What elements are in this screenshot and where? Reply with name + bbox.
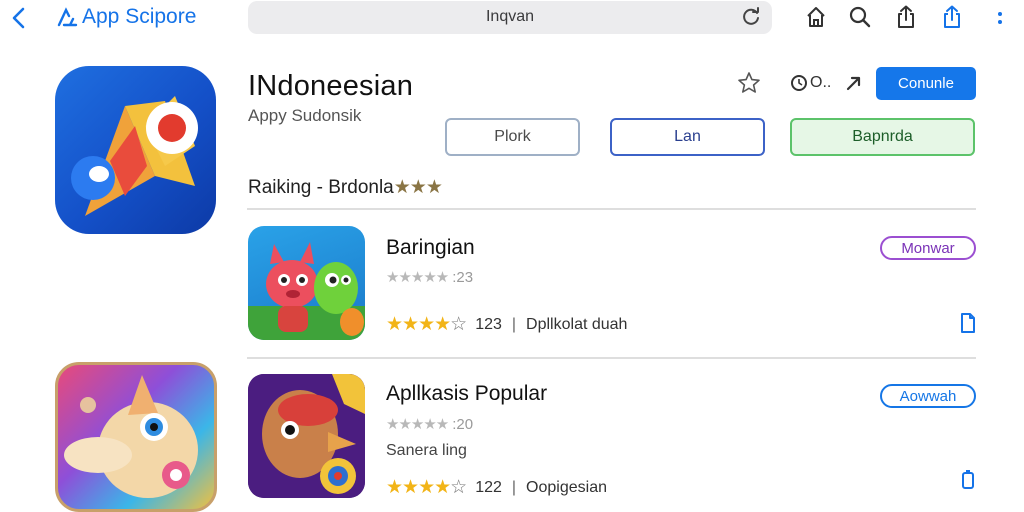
- app-thumbnail-creature[interactable]: [55, 362, 217, 512]
- get-button[interactable]: Aowwah: [880, 384, 976, 408]
- app-subtitle: Appy Sudonsik: [248, 106, 362, 125]
- rating-empty-star: ☆: [450, 477, 468, 498]
- list-divider: [247, 357, 976, 359]
- ranking-line: Raiking - Brdonla ★★★: [248, 176, 443, 199]
- cartoon-characters-icon: [248, 242, 365, 340]
- item-rating: ★★★★ ☆ 123 | Dpllkolat duah: [386, 313, 627, 336]
- control-label: O..: [810, 74, 832, 91]
- more-icon[interactable]: [994, 5, 1006, 29]
- forward-icon[interactable]: [845, 74, 863, 92]
- rating-stars: ★★★★: [386, 477, 451, 498]
- separator: |: [511, 315, 517, 333]
- brand-label: App Scipore: [82, 5, 197, 28]
- item-caption: Sanera ling: [386, 442, 467, 459]
- rating-count: 122: [475, 478, 502, 496]
- bird-character-icon: [248, 374, 365, 498]
- share-icon[interactable]: [894, 5, 918, 29]
- option-button-bapnrda[interactable]: Bapnrda: [790, 118, 975, 156]
- option-button-plork[interactable]: Plork: [445, 118, 580, 156]
- gray-count: :20: [452, 415, 474, 433]
- app-thumbnail-popular[interactable]: [248, 374, 365, 498]
- app-store-icon: [57, 7, 78, 27]
- item-rating-secondary: ★★★★★ :20: [386, 415, 474, 434]
- section-divider: [247, 208, 976, 210]
- item-title[interactable]: Baringian: [386, 236, 475, 260]
- map-pin-logo-icon: [71, 96, 198, 216]
- gray-count: :23: [452, 268, 474, 286]
- ranking-label: Raiking - Brdonla: [248, 176, 394, 198]
- ranking-stars: ★★★: [393, 177, 443, 198]
- app-icon-maps[interactable]: [55, 66, 216, 234]
- app-thumbnail-baringian[interactable]: [248, 226, 365, 340]
- document-icon[interactable]: [960, 313, 976, 333]
- address-bar[interactable]: Inqvan: [248, 1, 772, 34]
- upload-icon[interactable]: [940, 5, 964, 29]
- reload-icon[interactable]: [740, 6, 762, 28]
- gray-stars: ★★★★★: [386, 416, 449, 433]
- rating-count: 123: [475, 315, 502, 333]
- history-control[interactable]: O..: [790, 74, 831, 92]
- gray-stars: ★★★★★: [386, 269, 449, 286]
- get-button[interactable]: Monwar: [880, 236, 976, 260]
- url-text: Inqvan: [485, 8, 535, 25]
- search-icon[interactable]: [848, 5, 872, 29]
- creature-art-icon: [64, 375, 198, 498]
- item-rating-secondary: ★★★★★ :23: [386, 268, 474, 287]
- item-rating: ★★★★ ☆ 122 | Oopigesian: [386, 476, 607, 499]
- home-icon[interactable]: [804, 5, 828, 29]
- developer-name: Oopigesian: [526, 478, 607, 496]
- item-title[interactable]: Apllkasis Popular: [386, 382, 547, 406]
- clock-icon: [791, 75, 807, 91]
- separator: |: [511, 478, 517, 496]
- continue-button[interactable]: Conunle: [876, 67, 976, 100]
- rating-empty-star: ☆: [450, 314, 468, 335]
- developer-name: Dpllkolat duah: [526, 315, 628, 333]
- back-icon[interactable]: [8, 6, 30, 30]
- browser-toolbar: App Scipore Inqvan: [0, 0, 1024, 38]
- app-title: INdoneesian: [248, 70, 414, 102]
- document-icon[interactable]: [960, 470, 976, 490]
- option-button-lan[interactable]: Lan: [610, 118, 765, 156]
- star-outline-icon[interactable]: [737, 71, 761, 95]
- store-brand[interactable]: App Scipore: [56, 5, 196, 29]
- rating-stars: ★★★★: [386, 314, 451, 335]
